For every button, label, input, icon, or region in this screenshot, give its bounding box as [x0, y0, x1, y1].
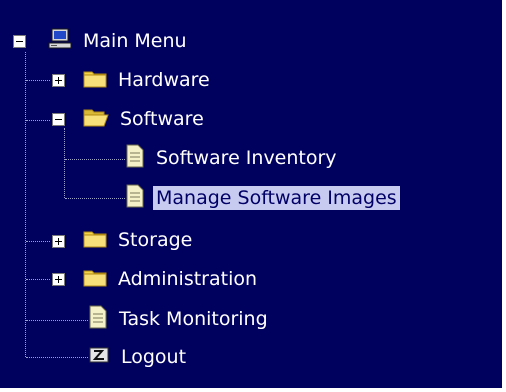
tree-node-task-monitoring[interactable]: Task Monitoring [88, 304, 271, 334]
tree-node-label: Software [120, 108, 204, 130]
folder-closed-icon [83, 267, 107, 292]
folder-closed-icon [83, 68, 107, 93]
folder-open-icon [83, 107, 109, 132]
tree-line-task-monitoring [26, 320, 88, 321]
tree-node-label: Software Inventory [156, 147, 337, 169]
tree-node-manage-software-images[interactable]: Manage Software Images [125, 183, 400, 213]
tree-node-label: Main Menu [83, 30, 187, 52]
tree-line-administration [26, 279, 50, 280]
computer-icon [48, 27, 72, 56]
tree-node-software-inventory[interactable]: Software Inventory [125, 143, 340, 173]
tree-node-label: Administration [118, 268, 258, 290]
page-icon [125, 184, 145, 213]
tree-line-hardware [26, 80, 50, 81]
tree-node-label-selected: Manage Software Images [153, 186, 400, 210]
tree-node-label: Hardware [118, 69, 210, 91]
tree-line-software [64, 128, 65, 198]
tree-node-software[interactable]: Software [83, 104, 207, 134]
navigation-tree-panel: Main Menu Hardware Software Software Inv… [0, 0, 506, 392]
folder-closed-icon [83, 228, 107, 253]
tree-line-root [25, 52, 26, 357]
tree-node-main-menu[interactable]: Main Menu [48, 26, 190, 56]
collapse-toggle-main-menu[interactable] [13, 35, 26, 48]
tree-line-manage-images [65, 198, 125, 199]
tree-line-software-node [26, 120, 50, 121]
expand-toggle-storage[interactable] [52, 235, 65, 248]
tree-node-hardware[interactable]: Hardware [83, 65, 213, 95]
tree-node-administration[interactable]: Administration [83, 264, 260, 294]
collapse-toggle-software[interactable] [52, 113, 65, 126]
tree-line-storage [26, 241, 50, 242]
tree-node-logout[interactable]: Logout [88, 342, 189, 372]
logout-icon [88, 345, 110, 370]
tree-node-label: Logout [121, 346, 187, 368]
expand-toggle-administration[interactable] [52, 273, 65, 286]
tree-line-logout [26, 357, 88, 358]
page-icon [88, 305, 108, 334]
tree-line-software-inventory [65, 159, 125, 160]
expand-toggle-hardware[interactable] [52, 74, 65, 87]
tree-node-storage[interactable]: Storage [83, 225, 195, 255]
tree-node-label: Storage [118, 229, 193, 251]
tree-node-label: Task Monitoring [119, 308, 268, 330]
page-icon [125, 144, 145, 173]
